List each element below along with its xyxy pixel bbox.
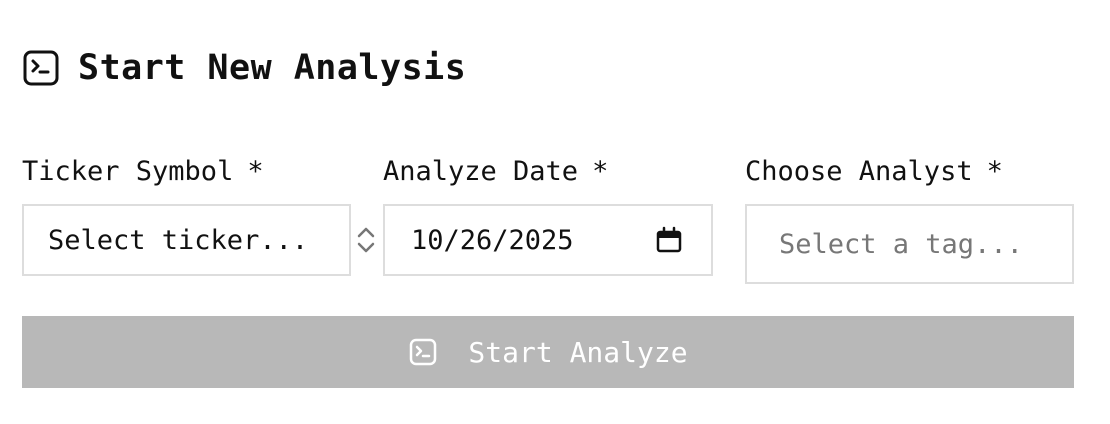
required-marker: * bbox=[592, 156, 609, 187]
choose-analyst-label: Choose Analyst * bbox=[745, 156, 1003, 187]
ticker-select-placeholder: Select ticker... bbox=[48, 224, 309, 256]
analyze-date-label-text: Analyze Date bbox=[383, 156, 579, 187]
chevron-up-down-icon[interactable] bbox=[355, 225, 377, 255]
terminal-square-icon bbox=[408, 337, 438, 367]
required-marker: * bbox=[247, 156, 264, 187]
analyze-date-label: Analyze Date * bbox=[383, 156, 608, 187]
ticker-select[interactable]: Select ticker... bbox=[22, 204, 351, 276]
page-title: Start New Analysis bbox=[78, 48, 467, 88]
start-analyze-button[interactable]: Start Analyze bbox=[22, 316, 1074, 388]
analyze-date-input[interactable]: 10/26/2025 bbox=[383, 204, 713, 276]
analyst-tag-placeholder: Select a tag... bbox=[779, 228, 1023, 260]
terminal-square-icon bbox=[22, 49, 60, 87]
choose-analyst-label-text: Choose Analyst bbox=[745, 156, 973, 187]
required-marker: * bbox=[986, 156, 1003, 187]
page-header: Start New Analysis bbox=[22, 46, 466, 90]
analyze-date-value: 10/26/2025 bbox=[411, 224, 574, 256]
ticker-symbol-label: Ticker Symbol * bbox=[22, 156, 264, 187]
ticker-symbol-label-text: Ticker Symbol bbox=[22, 156, 234, 187]
analyst-tag-select[interactable]: Select a tag... bbox=[745, 204, 1074, 284]
start-analyze-label: Start Analyze bbox=[468, 335, 688, 369]
calendar-icon[interactable] bbox=[655, 226, 683, 254]
